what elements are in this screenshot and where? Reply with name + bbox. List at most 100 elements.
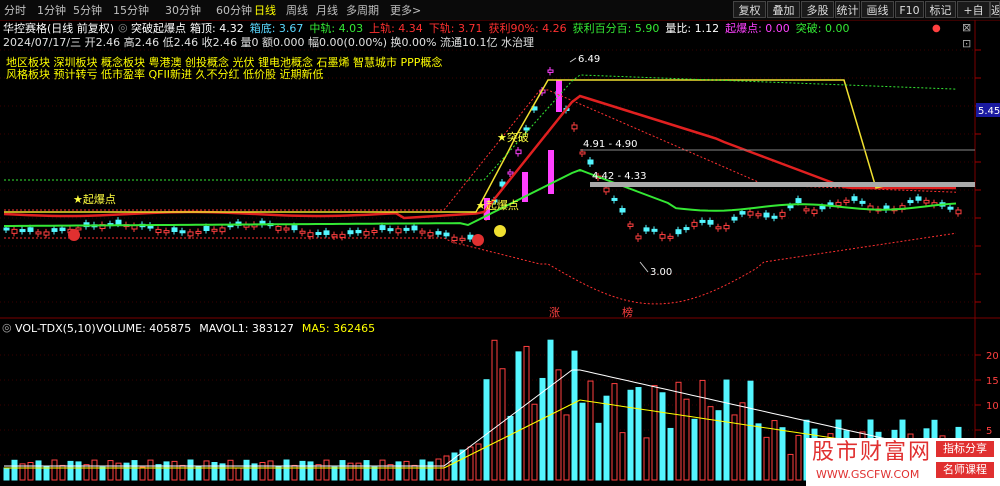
volume-value-0: VOLUME: 405875 <box>96 322 192 335</box>
volume-bar <box>467 446 474 481</box>
volume-bar <box>619 432 626 481</box>
candle <box>731 216 738 221</box>
volume-bar <box>371 466 378 481</box>
volume-bar <box>323 459 330 481</box>
candle <box>787 205 794 209</box>
volume-bar <box>499 368 506 481</box>
candle <box>507 171 514 175</box>
candle <box>515 149 522 155</box>
candle <box>459 237 466 241</box>
volume-bar <box>595 422 602 481</box>
kline-chart[interactable]: 20 15 10 5 5.45 6.49 3.00 4.91 - 4.90 4.42 - 4.3… <box>0 0 1000 486</box>
candle <box>587 159 594 165</box>
candle <box>411 225 418 231</box>
volume-axis-label: 15 <box>986 376 999 387</box>
candle <box>155 228 162 234</box>
volume-bar <box>83 464 90 481</box>
candle <box>739 211 746 215</box>
volume-bar <box>267 460 274 481</box>
volume-bar <box>387 464 394 481</box>
breakout-candle <box>548 150 554 194</box>
zhang-label: 涨 <box>549 306 560 319</box>
volume-bar <box>35 460 42 481</box>
price-tag: 5.45 <box>978 106 1000 117</box>
volume-bar <box>507 415 514 481</box>
candle <box>171 227 178 233</box>
candle <box>907 200 914 204</box>
candle <box>339 233 346 238</box>
high-label: 6.49 <box>578 54 600 65</box>
qibao-label-1: ★起爆点 <box>73 192 116 206</box>
volume-value-2: MA5: 362465 <box>301 322 376 335</box>
range-bar-2 <box>590 182 975 187</box>
volume-bar <box>235 467 242 481</box>
volume-bar <box>699 379 706 481</box>
candle <box>683 227 690 231</box>
volume-bar <box>779 427 786 481</box>
candle <box>819 205 826 210</box>
volume-bar <box>331 466 338 481</box>
volume-bar <box>163 461 170 481</box>
volume-bar <box>547 339 554 481</box>
volume-bar <box>563 414 570 481</box>
volume-settings-icon[interactable]: ◎ <box>2 321 12 334</box>
candle <box>643 227 650 232</box>
candle <box>179 230 186 234</box>
volume-bar <box>755 423 762 481</box>
candle <box>11 228 18 234</box>
candle <box>707 219 714 225</box>
volume-bar <box>723 379 730 481</box>
watermark-url: WWW.GSCFW.COM <box>816 468 920 481</box>
volume-bar <box>659 392 666 481</box>
watermark-tag-1: 指标分享 <box>936 441 994 457</box>
candle <box>763 212 770 218</box>
candle <box>659 234 666 239</box>
candle <box>603 187 610 193</box>
candle <box>315 232 322 236</box>
range-label-2: 4.42 - 4.33 <box>592 171 647 182</box>
candle <box>947 206 954 210</box>
candle <box>331 234 338 238</box>
candle <box>611 197 618 201</box>
volume-bar <box>99 466 106 481</box>
candle <box>451 236 458 241</box>
volume-bar <box>459 449 466 481</box>
candle <box>635 235 642 240</box>
candle <box>219 227 226 233</box>
candle <box>579 151 586 155</box>
volume-bar <box>51 459 58 481</box>
volume-bar <box>603 395 610 481</box>
volume-bar <box>187 459 194 481</box>
candle <box>571 124 578 130</box>
candle <box>371 229 378 233</box>
candle <box>387 228 394 232</box>
candle <box>667 235 674 239</box>
volume-bar <box>667 427 674 481</box>
volume-axis-label: 5 <box>986 426 992 437</box>
profit-line <box>4 74 957 181</box>
volume-bar <box>339 460 346 481</box>
candle <box>323 230 330 235</box>
candle <box>203 226 210 231</box>
volume-value-1: MAVOL1: 383127 <box>199 322 294 335</box>
candle <box>859 200 866 204</box>
low-label: 3.00 <box>650 267 672 278</box>
volume-bar <box>627 389 634 481</box>
volume-bar <box>555 369 562 481</box>
volume-bar <box>299 460 306 481</box>
candle <box>619 208 626 213</box>
candle <box>307 232 314 238</box>
volume-bar <box>739 402 746 481</box>
volume-bar <box>795 434 802 481</box>
volume-bar <box>579 402 586 481</box>
volume-bar <box>3 467 10 481</box>
signal-marker-1 <box>68 229 80 241</box>
volume-indicator-name[interactable]: VOL-TDX(5,10) <box>15 322 96 335</box>
volume-bar <box>315 464 322 481</box>
volume-bar <box>155 464 162 481</box>
volume-bar <box>491 339 498 481</box>
volume-bar <box>379 459 386 481</box>
candle <box>923 199 930 204</box>
candle <box>795 198 802 204</box>
candle <box>43 231 50 236</box>
